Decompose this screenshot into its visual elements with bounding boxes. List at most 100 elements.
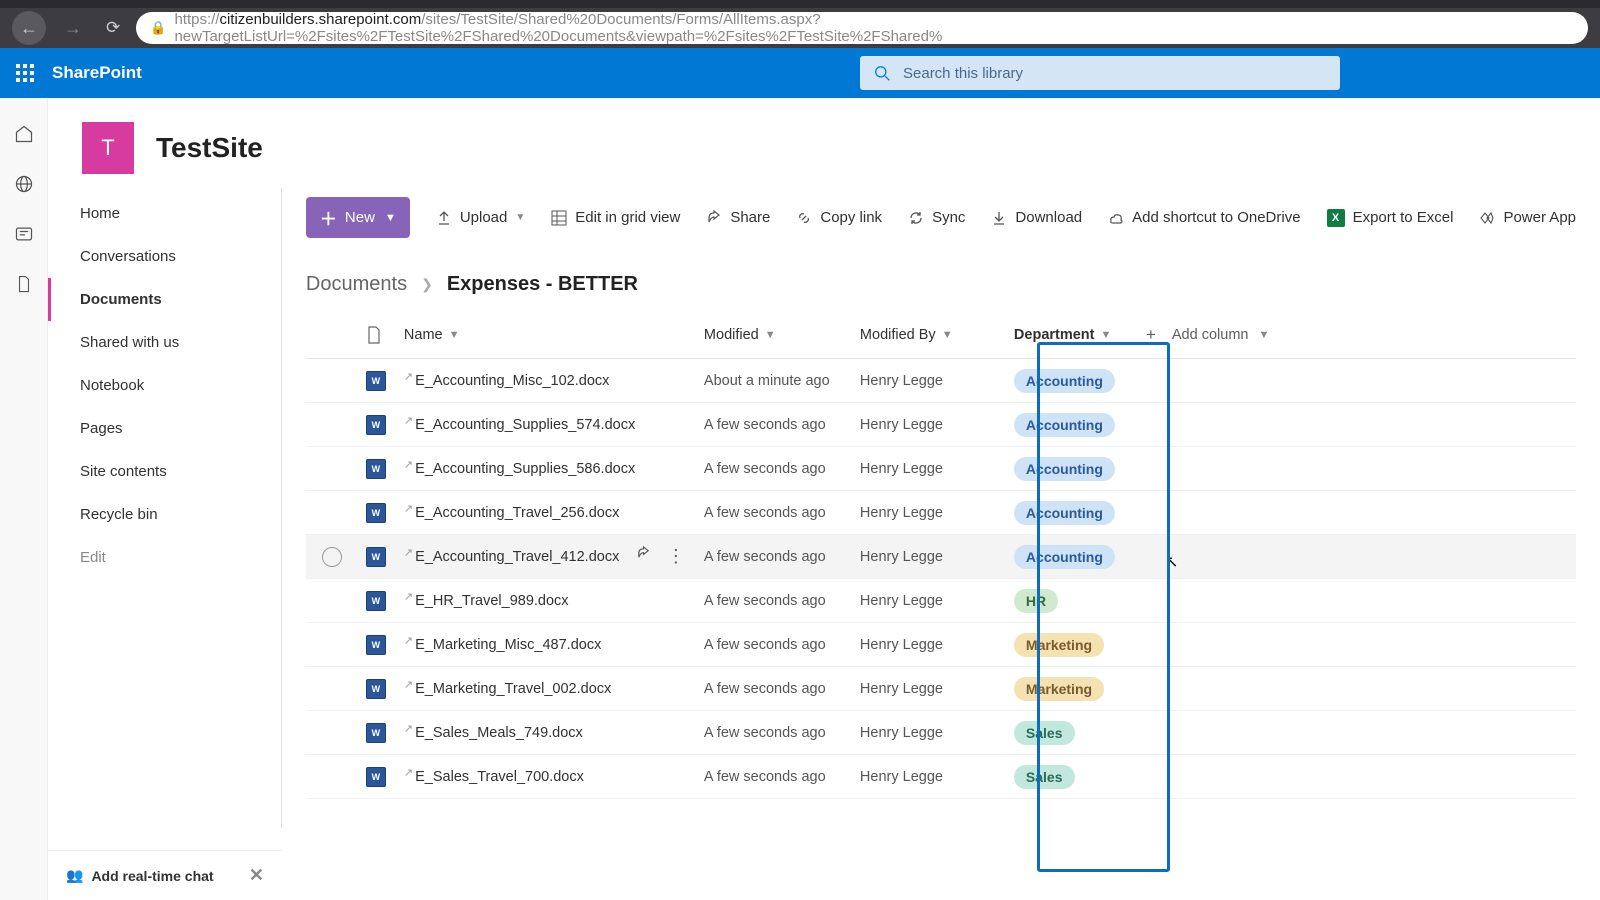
more-icon[interactable]: ⋮ [667, 546, 686, 567]
share-icon[interactable] [636, 546, 651, 567]
table-row[interactable]: W↗E_HR_Travel_989.docxA few seconds agoH… [306, 579, 1576, 623]
modified-cell: A few seconds ago [704, 417, 860, 433]
table-row[interactable]: W↗E_Sales_Travel_700.docxA few seconds a… [306, 755, 1576, 799]
reload-button[interactable]: ⟳ [100, 18, 126, 38]
link-icon [796, 210, 812, 226]
breadcrumb-root[interactable]: Documents [306, 273, 407, 296]
news-icon[interactable] [14, 224, 34, 244]
department-pill: Accounting [1014, 501, 1115, 525]
table-row[interactable]: W↗E_Accounting_Travel_256.docxA few seco… [306, 491, 1576, 535]
table-row[interactable]: W↗E_Accounting_Travel_412.docx⋮A few sec… [306, 535, 1576, 579]
table-row[interactable]: W↗E_Accounting_Misc_102.docxAbout a minu… [306, 359, 1576, 403]
file-name[interactable]: E_Marketing_Misc_487.docx [415, 637, 601, 653]
file-name[interactable]: E_HR_Travel_989.docx [415, 593, 568, 609]
files-icon[interactable] [15, 274, 33, 294]
nav-item-home[interactable]: Home [48, 192, 281, 235]
site-logo[interactable]: T [82, 122, 134, 174]
chat-promo[interactable]: 👥Add real-time chat ✕ [48, 850, 282, 900]
modified-cell: A few seconds ago [704, 505, 860, 521]
modified-by-cell[interactable]: Henry Legge [860, 769, 1014, 785]
table-row[interactable]: W↗E_Marketing_Travel_002.docxA few secon… [306, 667, 1576, 711]
nav-item-site-contents[interactable]: Site contents [48, 450, 281, 493]
file-name[interactable]: E_Accounting_Supplies_586.docx [415, 461, 635, 477]
chevron-down-icon: ▼ [765, 329, 776, 341]
upload-icon [436, 210, 452, 226]
link-marker-icon: ↗ [404, 766, 413, 779]
site-title[interactable]: TestSite [156, 132, 263, 164]
sync-button[interactable]: Sync [908, 209, 965, 226]
file-name[interactable]: E_Sales_Meals_749.docx [415, 725, 583, 741]
new-button[interactable]: ＋New▼ [306, 197, 410, 238]
table-row[interactable]: W↗E_Marketing_Misc_487.docxA few seconds… [306, 623, 1576, 667]
file-name[interactable]: E_Sales_Travel_700.docx [415, 769, 584, 785]
address-bar[interactable]: 🔒 https://citizenbuilders.sharepoint.com… [136, 12, 1588, 44]
export-excel-button[interactable]: XExport to Excel [1327, 209, 1454, 227]
search-box[interactable]: Search this library [860, 56, 1340, 90]
power-apps-button[interactable]: Power App [1479, 209, 1576, 226]
nav-item-recycle-bin[interactable]: Recycle bin [48, 493, 281, 536]
table-header: Name▼ Modified▼ Modified By▼ Department▼… [306, 312, 1576, 359]
home-icon[interactable] [14, 124, 34, 144]
lock-icon: 🔒 [150, 20, 166, 36]
table-row[interactable]: W↗E_Accounting_Supplies_574.docxA few se… [306, 403, 1576, 447]
nav-item-conversations[interactable]: Conversations [48, 235, 281, 278]
modified-by-cell[interactable]: Henry Legge [860, 593, 1014, 609]
forward-button[interactable]: → [56, 11, 90, 45]
teams-icon: 👥 [66, 867, 83, 884]
table-row[interactable]: W↗E_Accounting_Supplies_586.docxA few se… [306, 447, 1576, 491]
chevron-right-icon: ❯ [421, 276, 433, 293]
modified-by-cell[interactable]: Henry Legge [860, 725, 1014, 741]
nav-item-pages[interactable]: Pages [48, 407, 281, 450]
search-icon [874, 65, 891, 82]
modified-by-cell[interactable]: Henry Legge [860, 637, 1014, 653]
file-type-icon [366, 326, 382, 344]
add-column-button[interactable]: + Add column▼ [1146, 325, 1296, 345]
onedrive-icon [1108, 210, 1124, 226]
file-name[interactable]: E_Accounting_Travel_256.docx [415, 505, 619, 521]
modified-cell: A few seconds ago [704, 769, 860, 785]
column-modified[interactable]: Modified▼ [704, 327, 860, 343]
column-department[interactable]: Department▼ [1014, 327, 1146, 343]
back-button[interactable]: ← [12, 11, 46, 45]
file-name[interactable]: E_Accounting_Travel_412.docx [415, 549, 619, 565]
modified-by-cell[interactable]: Henry Legge [860, 417, 1014, 433]
column-name[interactable]: Name▼ [404, 327, 704, 343]
main-content: ＋New▼ Upload▼ Edit in grid view Share Co… [282, 188, 1600, 828]
word-file-icon: W [366, 679, 386, 699]
department-pill: Marketing [1014, 633, 1104, 657]
nav-item-notebook[interactable]: Notebook [48, 364, 281, 407]
modified-by-cell[interactable]: Henry Legge [860, 373, 1014, 389]
globe-icon[interactable] [14, 174, 34, 194]
close-icon[interactable]: ✕ [249, 865, 264, 886]
modified-cell: About a minute ago [704, 373, 860, 389]
modified-by-cell[interactable]: Henry Legge [860, 681, 1014, 697]
link-marker-icon: ↗ [404, 370, 413, 383]
brand-label[interactable]: SharePoint [50, 63, 142, 83]
link-marker-icon: ↗ [404, 722, 413, 735]
file-name[interactable]: E_Accounting_Misc_102.docx [415, 373, 609, 389]
breadcrumb: Documents ❯ Expenses - BETTER [282, 247, 1600, 312]
chevron-down-icon: ▼ [515, 212, 525, 223]
upload-button[interactable]: Upload▼ [436, 209, 525, 226]
nav-item-shared-with-us[interactable]: Shared with us [48, 321, 281, 364]
modified-cell: A few seconds ago [704, 681, 860, 697]
column-modified-by[interactable]: Modified By▼ [860, 327, 1014, 343]
edit-grid-button[interactable]: Edit in grid view [551, 209, 680, 226]
powerapps-icon [1479, 210, 1495, 226]
file-name[interactable]: E_Accounting_Supplies_574.docx [415, 417, 635, 433]
download-button[interactable]: Download [991, 209, 1082, 226]
table-row[interactable]: W↗E_Sales_Meals_749.docxA few seconds ag… [306, 711, 1576, 755]
modified-by-cell[interactable]: Henry Legge [860, 549, 1014, 565]
file-name[interactable]: E_Marketing_Travel_002.docx [415, 681, 611, 697]
app-launcher-icon[interactable] [0, 64, 50, 82]
modified-by-cell[interactable]: Henry Legge [860, 505, 1014, 521]
share-button[interactable]: Share [706, 209, 770, 226]
modified-by-cell[interactable]: Henry Legge [860, 461, 1014, 477]
add-shortcut-button[interactable]: Add shortcut to OneDrive [1108, 209, 1300, 226]
select-circle[interactable] [322, 547, 342, 567]
copy-link-button[interactable]: Copy link [796, 209, 882, 226]
nav-item-edit[interactable]: Edit [48, 536, 281, 579]
chevron-down-icon: ▼ [1258, 329, 1269, 341]
search-placeholder: Search this library [903, 65, 1023, 82]
nav-item-documents[interactable]: Documents [48, 278, 281, 321]
